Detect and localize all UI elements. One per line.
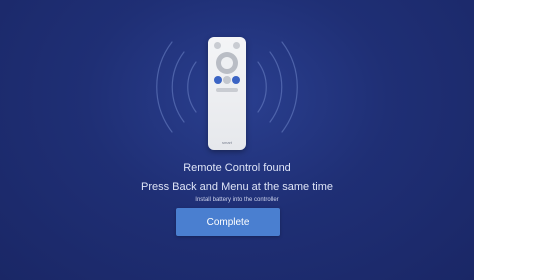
volume-bar-icon (216, 88, 238, 92)
input-button-icon (233, 42, 240, 49)
battery-hint: Install battery into the controller (195, 197, 279, 203)
power-button-icon (214, 42, 221, 49)
pairing-instruction: Press Back and Menu at the same time (141, 181, 333, 193)
complete-button[interactable]: Complete (176, 208, 280, 236)
back-button-icon (214, 76, 222, 84)
status-title: Remote Control found (183, 162, 291, 174)
home-button-icon (223, 76, 231, 84)
remote-control-illustration: smart (208, 37, 246, 150)
remote-brand-logo: smart (222, 140, 232, 145)
ok-button-icon (221, 57, 233, 69)
menu-button-icon (232, 76, 240, 84)
pairing-screen: smart Remote Control found Press Back an… (0, 0, 474, 280)
